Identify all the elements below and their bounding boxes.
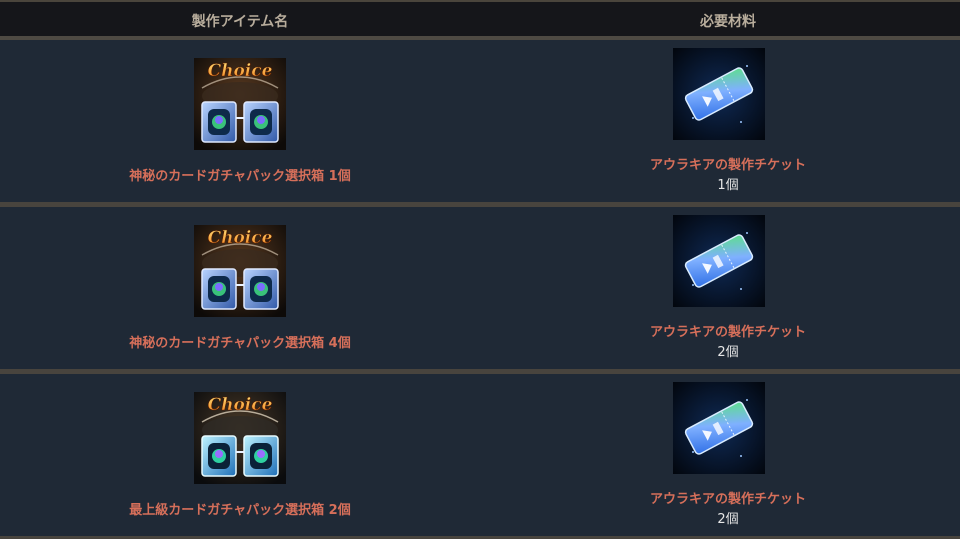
material-cell: アウラキアの製作チケット 1個 [488, 40, 960, 202]
choice-card-pack-icon[interactable]: Choice [194, 58, 286, 150]
item-name[interactable]: 最上級カードガチャパック選択箱 2個 [0, 499, 480, 518]
item-name[interactable]: 神秘のカードガチャパック選択箱 4個 [0, 332, 480, 351]
choice-card-pack-icon[interactable]: Choice [194, 392, 286, 484]
material-name[interactable]: アウラキアの製作チケット [488, 154, 960, 173]
item-cell: Choice 最上級カードガチャパック選択箱 2個 [0, 374, 480, 536]
table-row: Choice 神秘のカードガチャパック選択箱 4個 アウラキアの製作チケット 2… [0, 207, 960, 369]
choice-label: Choice [208, 395, 273, 415]
item-cell: Choice 神秘のカードガチャパック選択箱 1個 [0, 40, 480, 202]
crafting-ticket-icon[interactable] [673, 48, 765, 140]
crafting-ticket-icon[interactable] [673, 382, 765, 474]
crafting-ticket-icon[interactable] [673, 215, 765, 307]
choice-label: Choice [208, 228, 273, 248]
material-quantity: 1個 [717, 178, 739, 193]
material-quantity: 2個 [717, 345, 739, 360]
item-cell: Choice 神秘のカードガチャパック選択箱 4個 [0, 207, 480, 369]
material-cell: アウラキアの製作チケット 2個 [488, 374, 960, 536]
table-row: Choice 神秘のカードガチャパック選択箱 1個 アウラキアの製作チケット 1… [0, 40, 960, 202]
crafting-table: 製作アイテム名 必要材料 Choice 神秘のカードガチャパック選択箱 1個 ア… [0, 0, 960, 539]
choice-card-pack-icon[interactable]: Choice [194, 225, 286, 317]
material-quantity: 2個 [717, 512, 739, 527]
column-header-material: 必要材料 [700, 14, 756, 30]
material-cell: アウラキアの製作チケット 2個 [488, 207, 960, 369]
material-name[interactable]: アウラキアの製作チケット [488, 488, 960, 507]
item-name[interactable]: 神秘のカードガチャパック選択箱 1個 [0, 165, 480, 184]
table-row: Choice 最上級カードガチャパック選択箱 2個 アウラキアの製作チケット 2… [0, 374, 960, 536]
table-header: 製作アイテム名 必要材料 [0, 0, 960, 36]
material-name[interactable]: アウラキアの製作チケット [488, 321, 960, 340]
choice-label: Choice [208, 61, 273, 81]
column-header-item: 製作アイテム名 [191, 14, 289, 30]
